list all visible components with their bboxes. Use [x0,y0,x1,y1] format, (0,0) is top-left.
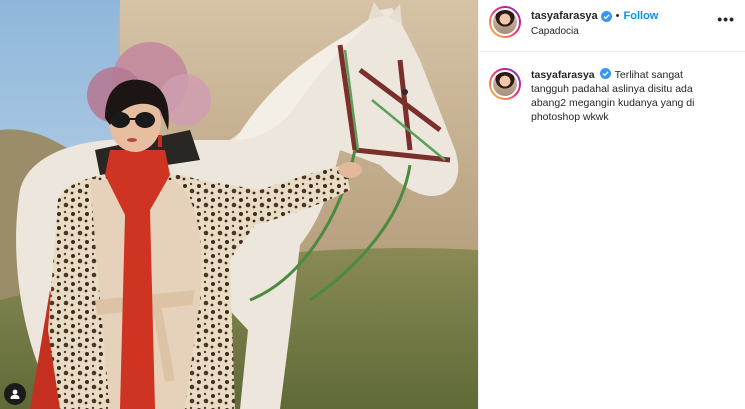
separator-dot: • [615,10,620,22]
author-line: tasyafarasya • Follow [531,10,658,22]
caption-text: tasyafarasya Terlihat sangat tangguh pad… [531,68,721,124]
instagram-post: tasyafarasya • Follow Capadocia ••• tasy… [0,0,745,409]
user-tag-icon [10,389,20,399]
caption-username[interactable]: tasyafarasya [531,69,595,81]
author-avatar[interactable] [489,6,521,38]
photo-illustration [0,0,478,409]
post-location[interactable]: Capadocia [531,26,579,37]
follow-button[interactable]: Follow [624,10,659,22]
caption-avatar[interactable] [489,68,521,100]
post-photo[interactable] [0,0,478,409]
author-username[interactable]: tasyafarasya [531,10,598,22]
post-header: tasyafarasya • Follow Capadocia ••• [479,0,745,52]
user-tag-button[interactable] [4,383,26,405]
caption-comment: tasyafarasya Terlihat sangat tangguh pad… [479,52,745,124]
post-sidebar: tasyafarasya • Follow Capadocia ••• tasy… [478,0,745,409]
verified-badge-icon [600,10,612,22]
more-options-icon[interactable]: ••• [717,12,735,26]
verified-badge-icon [599,68,611,79]
